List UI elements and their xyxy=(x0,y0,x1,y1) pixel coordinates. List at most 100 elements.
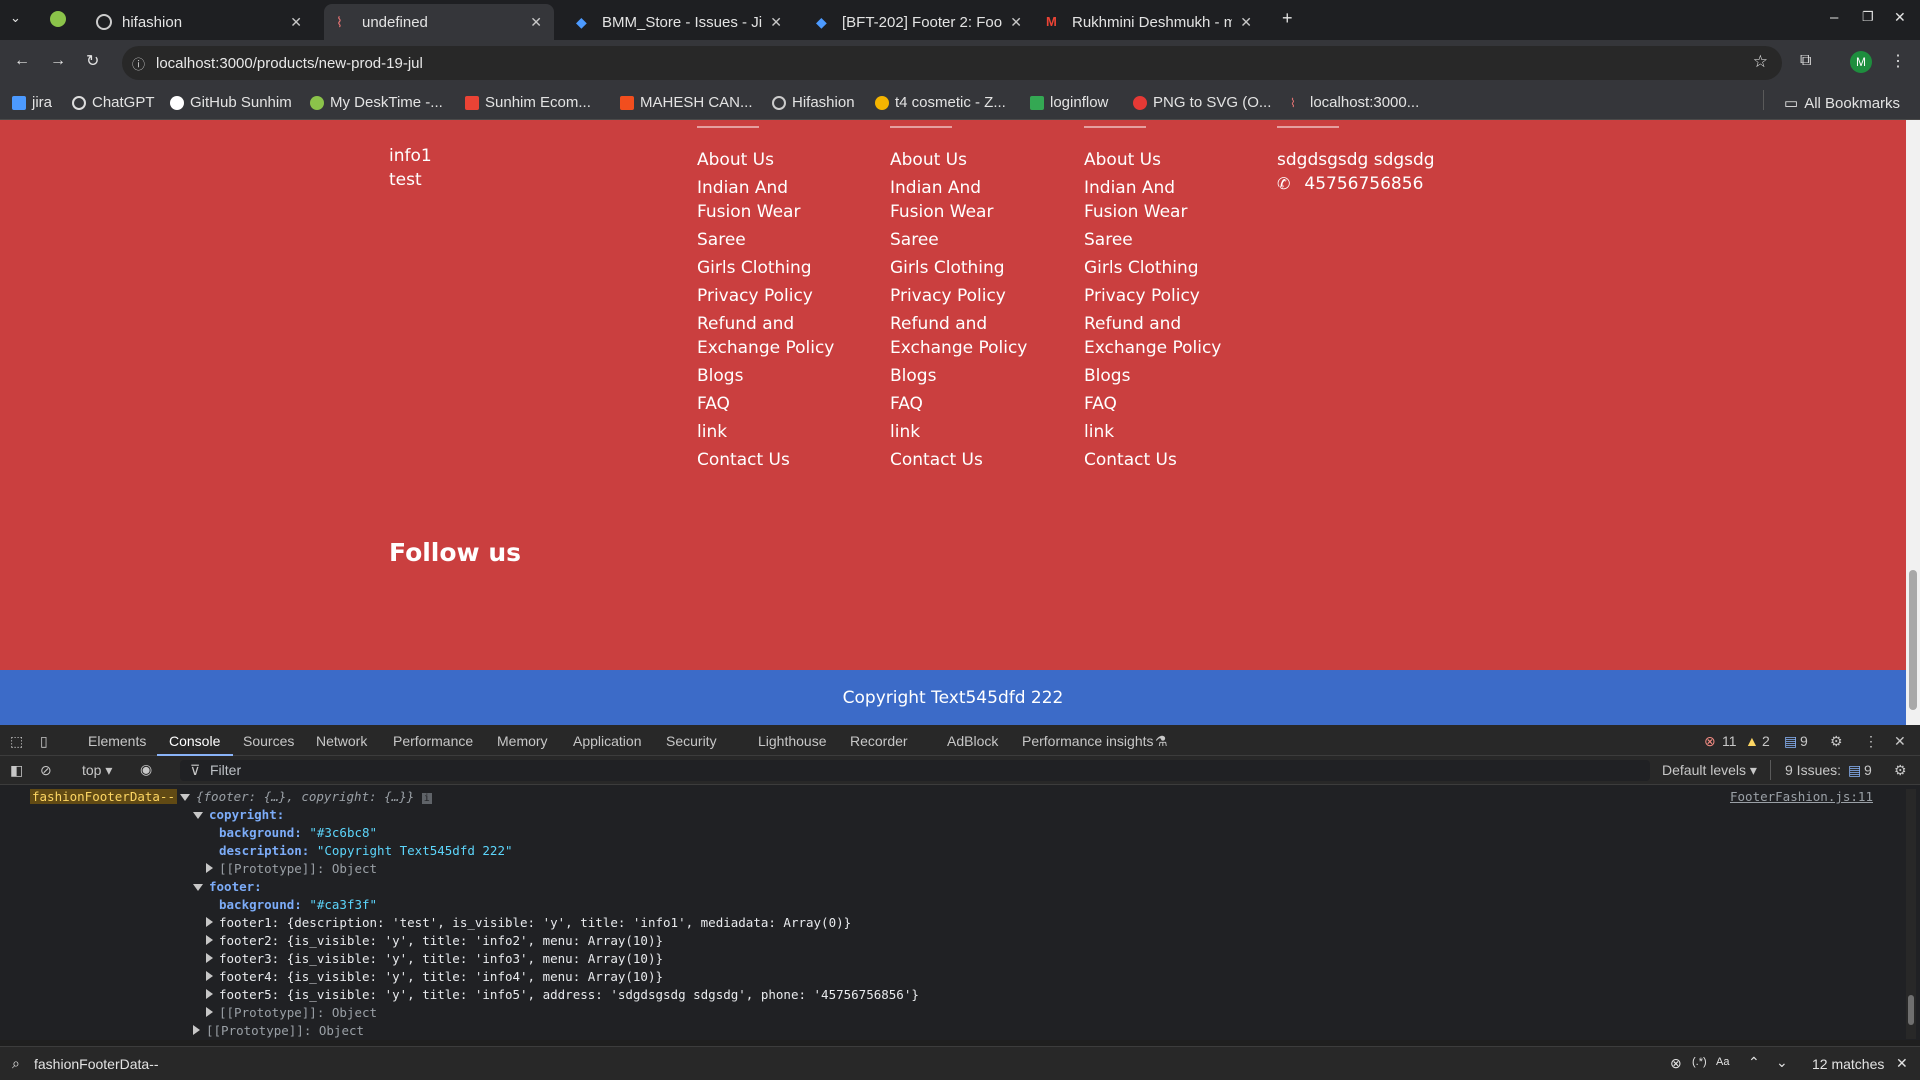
bookmark-item[interactable]: My DeskTime -... xyxy=(310,94,443,111)
extensions-icon[interactable]: ⧉ xyxy=(1800,52,1811,70)
forward-icon[interactable]: → xyxy=(50,52,66,70)
footer-menu-link[interactable]: link xyxy=(890,420,1040,444)
case-toggle-icon[interactable]: Aa xyxy=(1716,1056,1729,1068)
close-icon[interactable]: ✕ xyxy=(1010,14,1022,31)
more-options-icon[interactable]: ⋮ xyxy=(1864,733,1878,750)
filter-input[interactable]: ⊽ Filter xyxy=(180,760,1650,781)
tab-performance[interactable]: Performance xyxy=(393,733,473,749)
bookmark-item[interactable]: t4 cosmetic - Z... xyxy=(875,94,1006,111)
regex-toggle-icon[interactable]: (.*) xyxy=(1692,1056,1707,1068)
app-icon[interactable] xyxy=(50,11,66,27)
warning-count[interactable]: 2 xyxy=(1762,733,1770,749)
device-toolbar-icon[interactable]: ▯ xyxy=(40,733,48,750)
footer4-row[interactable]: footer4: {is_visible: 'y', title: 'info4… xyxy=(206,969,663,984)
footer-menu-link[interactable]: Blogs xyxy=(890,364,1040,388)
footer-menu-link[interactable]: link xyxy=(1084,420,1234,444)
footer-menu-link[interactable]: Privacy Policy xyxy=(697,284,847,308)
all-bookmarks-button[interactable]: ▭ All Bookmarks xyxy=(1784,94,1900,113)
tab-elements[interactable]: Elements xyxy=(88,733,146,749)
tab-hifashion[interactable]: hifashion ✕ xyxy=(84,4,314,40)
contact-phone[interactable]: 45756756856 xyxy=(1304,172,1423,196)
footer1-row[interactable]: footer1: {description: 'test', is_visibl… xyxy=(206,915,851,930)
footer-menu-link[interactable]: link xyxy=(697,420,847,444)
footer-menu-link[interactable]: Girls Clothing xyxy=(1084,256,1234,280)
footer-menu-link[interactable]: Refund and Exchange Policy xyxy=(697,312,847,360)
source-link[interactable]: FooterFashion.js:11 xyxy=(1730,789,1873,804)
issues-label[interactable]: 9 Issues: xyxy=(1785,762,1841,778)
footer-menu-link[interactable]: Saree xyxy=(697,228,847,252)
next-match-icon[interactable]: ⌄ xyxy=(1776,1054,1788,1071)
tab-lighthouse[interactable]: Lighthouse xyxy=(758,733,827,749)
footer3-row[interactable]: footer3: {is_visible: 'y', title: 'info3… xyxy=(206,951,663,966)
tab-bft-202[interactable]: ◆ [BFT-202] Footer 2: Foot ✕ xyxy=(804,4,1034,40)
previous-match-icon[interactable]: ⌃ xyxy=(1748,1054,1760,1071)
footer-menu-link[interactable]: Indian And Fusion Wear xyxy=(890,176,1040,224)
console-settings-gear-icon[interactable]: ⚙ xyxy=(1894,762,1907,779)
bookmark-item[interactable]: jira xyxy=(12,94,52,111)
page-scrollbar[interactable] xyxy=(1906,120,1920,725)
footer-menu-link[interactable]: Indian And Fusion Wear xyxy=(697,176,847,224)
bookmark-item[interactable]: ChatGPT xyxy=(72,94,155,111)
menu-icon[interactable]: ⋮ xyxy=(1890,51,1906,71)
close-icon[interactable]: ✕ xyxy=(530,14,542,31)
site-info-icon[interactable]: ⓘ xyxy=(132,54,145,73)
tab-performance-insights[interactable]: Performance insights xyxy=(1022,733,1154,749)
url-text[interactable]: localhost:3000/products/new-prod-19-jul xyxy=(156,55,423,72)
tab-recorder[interactable]: Recorder xyxy=(850,733,908,749)
close-window-button[interactable]: ✕ xyxy=(1894,9,1906,26)
footer-menu-link[interactable]: Refund and Exchange Policy xyxy=(1084,312,1234,360)
footer-menu-link[interactable]: FAQ xyxy=(697,392,847,416)
close-icon[interactable]: ✕ xyxy=(290,14,302,31)
profile-avatar[interactable]: M xyxy=(1850,51,1872,73)
footer-menu-link[interactable]: Girls Clothing xyxy=(697,256,847,280)
url-bar[interactable]: ⓘ localhost:3000/products/new-prod-19-ju… xyxy=(122,46,1782,80)
close-devtools-icon[interactable]: ✕ xyxy=(1894,733,1906,750)
bookmark-star-icon[interactable]: ☆ xyxy=(1753,52,1768,72)
footer-key-row[interactable]: footer: xyxy=(193,879,262,894)
footer5-row[interactable]: footer5: {is_visible: 'y', title: 'info5… xyxy=(206,987,919,1002)
close-icon[interactable]: ✕ xyxy=(770,14,782,31)
inspect-icon[interactable]: ⬚ xyxy=(10,733,23,750)
bookmark-item[interactable]: PNG to SVG (O... xyxy=(1133,94,1271,111)
object-summary-row[interactable]: {footer: {…}, copyright: {…}} i xyxy=(180,789,432,804)
footer-menu-link[interactable]: About Us xyxy=(1084,148,1234,172)
bookmark-item[interactable]: MAHESH CAN... xyxy=(620,94,753,111)
tab-console[interactable]: Console xyxy=(169,733,220,749)
footer-menu-link[interactable]: Blogs xyxy=(697,364,847,388)
footer-menu-link[interactable]: Refund and Exchange Policy xyxy=(890,312,1040,360)
bookmark-item[interactable]: loginflow xyxy=(1030,94,1108,111)
tab-security[interactable]: Security xyxy=(666,733,717,749)
message-count[interactable]: 9 xyxy=(1800,733,1808,749)
tab-search-icon[interactable]: ⌄ xyxy=(10,10,21,26)
search-input[interactable]: fashionFooterData-- xyxy=(34,1056,159,1072)
clear-search-icon[interactable]: ⊗ xyxy=(1670,1055,1682,1072)
bookmark-item[interactable]: ⌇ localhost:3000... xyxy=(1290,94,1419,111)
error-count[interactable]: 11 xyxy=(1722,733,1737,749)
scroll-thumb[interactable] xyxy=(1909,570,1917,710)
prototype-row[interactable]: [[Prototype]]: Object xyxy=(206,861,377,876)
close-search-icon[interactable]: ✕ xyxy=(1896,1055,1908,1072)
footer-menu-link[interactable]: Contact Us xyxy=(1084,448,1234,472)
tab-sources[interactable]: Sources xyxy=(243,733,294,749)
prototype-row[interactable]: [[Prototype]]: Object xyxy=(193,1023,364,1038)
footer-menu-link[interactable]: Indian And Fusion Wear xyxy=(1084,176,1234,224)
footer-menu-link[interactable]: About Us xyxy=(697,148,847,172)
footer-menu-link[interactable]: Saree xyxy=(1084,228,1234,252)
console-scroll-thumb[interactable] xyxy=(1908,995,1914,1025)
close-icon[interactable]: ✕ xyxy=(1240,14,1252,31)
prototype-row[interactable]: [[Prototype]]: Object xyxy=(206,1005,377,1020)
restore-button[interactable]: ❐ xyxy=(1862,9,1874,25)
tab-gmail[interactable]: M Rukhmini Deshmukh - m ✕ xyxy=(1034,4,1264,40)
footer-menu-link[interactable]: Privacy Policy xyxy=(1084,284,1234,308)
log-levels-dropdown[interactable]: Default levels ▾ xyxy=(1662,762,1757,779)
bookmark-item[interactable]: Hifashion xyxy=(772,94,855,111)
tab-adblock[interactable]: AdBlock xyxy=(947,733,998,749)
context-selector[interactable]: top ▾ xyxy=(82,762,112,779)
issues-count[interactable]: 9 xyxy=(1864,762,1872,778)
tab-network[interactable]: Network xyxy=(316,733,367,749)
footer-menu-link[interactable]: FAQ xyxy=(1084,392,1234,416)
footer-menu-link[interactable]: Privacy Policy xyxy=(890,284,1040,308)
new-tab-button[interactable]: + xyxy=(1282,8,1293,29)
live-expression-eye-icon[interactable]: ◉ xyxy=(140,761,152,778)
clear-console-icon[interactable]: ⊘ xyxy=(40,762,52,779)
